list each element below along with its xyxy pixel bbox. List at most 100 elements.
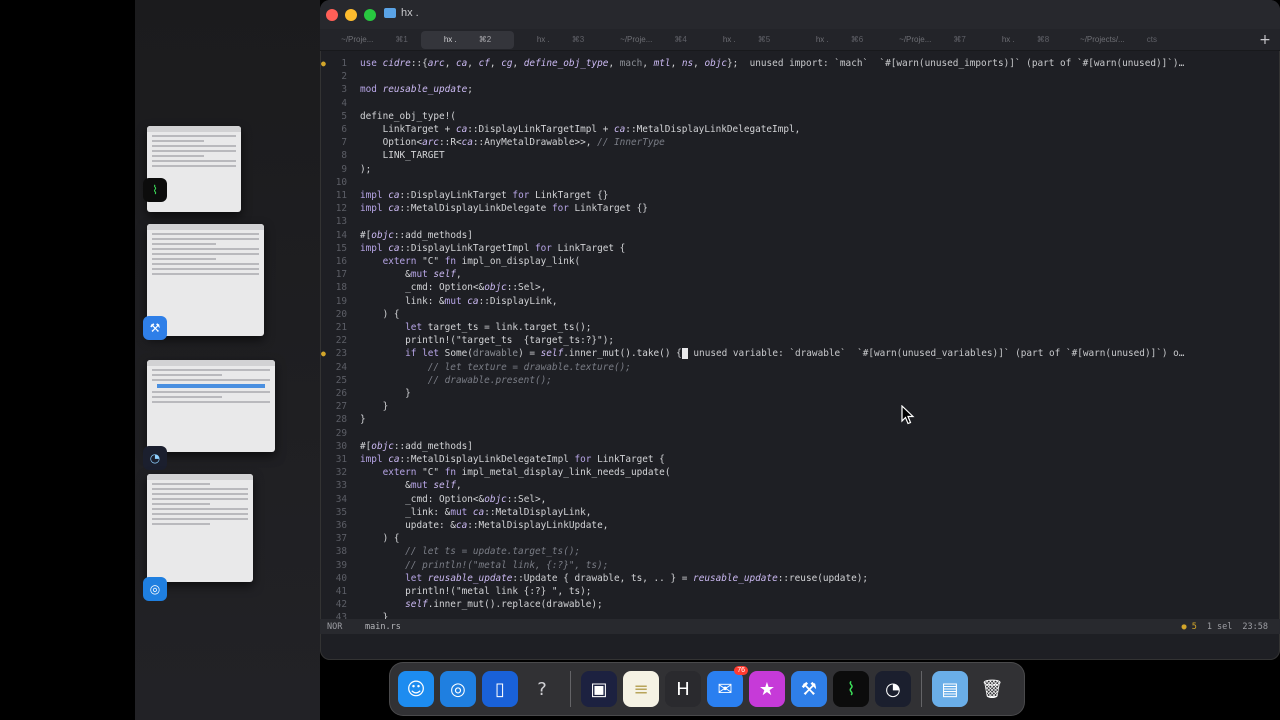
instruments-icon[interactable]: ★ <box>749 671 785 707</box>
tab-label: hx . <box>443 35 457 44</box>
code-line[interactable]: 22 println!("target_ts {target_ts:?}"); <box>320 334 1280 347</box>
code-line[interactable]: 12 impl ca::MetalDisplayLinkDelegate for … <box>320 202 1280 215</box>
code-line[interactable]: 39 // println!("metal link, {:?}", ts); <box>320 559 1280 572</box>
code-line[interactable]: 26 } <box>320 387 1280 400</box>
code-line[interactable]: 28} <box>320 413 1280 426</box>
code-line[interactable]: 16 extern "C" fn impl_on_display_link( <box>320 255 1280 268</box>
zoom-button[interactable] <box>364 9 376 21</box>
stage-thumb-safari[interactable] <box>147 474 253 582</box>
code-line[interactable]: 17 &mut self, <box>320 268 1280 281</box>
line-number: 42 <box>335 599 347 611</box>
code-editor[interactable]: ● 1 use cidre::{arc, ca, cf, cg, define_ob… <box>320 57 1280 625</box>
code-line[interactable]: 25 // drawable.present(); <box>320 374 1280 387</box>
code-line[interactable]: 20 ) { <box>320 308 1280 321</box>
tab-5[interactable]: hx . ⌘5 <box>700 31 793 49</box>
finder-icon[interactable]: ☺ <box>398 671 434 707</box>
code-line[interactable]: 36 update: &ca::MetalDisplayLinkUpdate, <box>320 519 1280 532</box>
code-line[interactable]: 40 let reusable_update::Update { drawabl… <box>320 572 1280 585</box>
line-code: // println!("metal link, {:?}", ts); <box>405 559 609 571</box>
code-line[interactable]: 6 LinkTarget + ca::DisplayLinkTargetImpl… <box>320 123 1280 136</box>
line-number: 32 <box>335 467 347 479</box>
helix-icon[interactable]: H <box>665 671 701 707</box>
line-number: 40 <box>335 572 347 584</box>
tab-8[interactable]: hx . ⌘8 <box>979 31 1072 49</box>
code-line[interactable]: 15 impl ca::DisplayLinkTargetImpl for Lin… <box>320 242 1280 255</box>
code-line[interactable]: 41 println!("metal link {:?} ", ts); <box>320 585 1280 598</box>
code-line[interactable]: 31 impl ca::MetalDisplayLinkDelegateImpl … <box>320 453 1280 466</box>
line-number: 21 <box>335 322 347 334</box>
tab-1[interactable]: ~/Proje... ⌘1 <box>328 31 421 49</box>
tab-2[interactable]: hx . ⌘2 <box>421 30 514 49</box>
window-title: hx . <box>384 7 419 19</box>
activity-monitor-icon[interactable]: ⌇ <box>833 671 869 707</box>
terminal-icon[interactable]: ▣ <box>581 671 617 707</box>
code-line[interactable]: ● 23 if let Some(drawable) = self.inner_m… <box>320 347 1280 360</box>
line-number: 26 <box>335 388 347 400</box>
code-line[interactable]: 3 mod reusable_update; <box>320 83 1280 96</box>
code-line[interactable]: 19 link: &mut ca::DisplayLink, <box>320 295 1280 308</box>
code-line[interactable]: 29 <box>320 427 1280 440</box>
mail-icon[interactable]: ✉ 76 <box>707 666 748 707</box>
line-code: LINK_TARGET <box>360 150 445 162</box>
stage-thumb-speedtest[interactable] <box>147 360 275 452</box>
line-number: 36 <box>335 520 347 532</box>
line-code: // let ts = update.target_ts(); <box>405 546 581 558</box>
code-line[interactable]: 27 } <box>320 400 1280 413</box>
code-line[interactable]: 4 <box>320 97 1280 110</box>
code-line[interactable]: 8 LINK_TARGET <box>320 149 1280 162</box>
code-line[interactable]: 24 // let texture = drawable.texture(); <box>320 361 1280 374</box>
new-tab-button[interactable]: + <box>1256 31 1274 49</box>
xcode-icon[interactable]: ⚒ <box>791 671 827 707</box>
code-line[interactable]: ● 1 use cidre::{arc, ca, cf, cg, define_ob… <box>320 57 1280 70</box>
speedtest-icon[interactable]: ◔ <box>875 671 911 707</box>
code-line[interactable]: 32 extern "C" fn impl_metal_display_link… <box>320 466 1280 479</box>
code-line[interactable]: 11 impl ca::DisplayLinkTarget for LinkTar… <box>320 189 1280 202</box>
line-number: 35 <box>335 506 347 518</box>
diagnostic-count: ● 5 <box>1181 621 1197 632</box>
code-line[interactable]: 21 let target_ts = link.target_ts(); <box>320 321 1280 334</box>
code-line[interactable]: 18 _cmd: Option<&objc::Sel>, <box>320 281 1280 294</box>
line-code: } <box>360 414 366 426</box>
trash-icon[interactable]: 🗑 <box>974 671 1010 707</box>
folder-icon[interactable]: ▤ <box>932 671 968 707</box>
code-line[interactable]: 2 <box>320 70 1280 83</box>
tab-6[interactable]: hx . ⌘6 <box>793 31 886 49</box>
code-line[interactable]: 35 _link: &mut ca::MetalDisplayLink, <box>320 506 1280 519</box>
line-number: 16 <box>335 256 347 268</box>
speedtest-icon: ◔ <box>143 446 167 470</box>
line-code: #[objc::add_methods] <box>360 440 473 452</box>
notes-icon[interactable]: ≡ <box>623 671 659 707</box>
minimize-button[interactable] <box>345 9 357 21</box>
line-code: println!("metal link {:?} ", ts); <box>360 586 592 598</box>
line-number: 1 <box>341 58 347 70</box>
code-line[interactable]: 7 Option<arc::R<ca::AnyMetalDrawable>>, … <box>320 136 1280 149</box>
line-number: 12 <box>335 203 347 215</box>
code-line[interactable]: 5 define_obj_type!( <box>320 110 1280 123</box>
line-number: 23 <box>335 348 347 360</box>
tab-3[interactable]: hx . ⌘3 <box>514 31 607 49</box>
tab-label: hx . <box>722 35 736 44</box>
code-line[interactable]: 38 // let ts = update.target_ts(); <box>320 545 1280 558</box>
simulator-icon[interactable]: ▯ <box>482 671 518 707</box>
code-line[interactable]: 30 #[objc::add_methods] <box>320 440 1280 453</box>
line-number: 2 <box>341 71 347 83</box>
code-line[interactable]: 14 #[objc::add_methods] <box>320 229 1280 242</box>
safari-icon[interactable]: ◎ <box>440 671 476 707</box>
line-number: 41 <box>335 586 347 598</box>
code-line[interactable]: 37 ) { <box>320 532 1280 545</box>
tab-4[interactable]: ~/Proje... ⌘4 <box>607 31 700 49</box>
code-line[interactable]: 13 <box>320 215 1280 228</box>
code-line[interactable]: 9); <box>320 163 1280 176</box>
help-icon[interactable]: ? <box>524 671 560 707</box>
close-button[interactable] <box>326 9 338 21</box>
line-code: link: &mut ca::DisplayLink, <box>360 295 558 307</box>
line-number: 4 <box>341 97 347 109</box>
code-line[interactable]: 34 _cmd: Option<&objc::Sel>, <box>320 493 1280 506</box>
code-line[interactable]: 33 &mut self, <box>320 479 1280 492</box>
line-number: 33 <box>335 480 347 492</box>
code-line[interactable]: 42 self.inner_mut().replace(drawable); <box>320 598 1280 611</box>
tab-9[interactable]: ~/Projects/... cts <box>1072 31 1165 49</box>
line-code: let reusable_update::Update { drawable, … <box>405 572 869 584</box>
code-line[interactable]: 10 <box>320 176 1280 189</box>
tab-7[interactable]: ~/Proje... ⌘7 <box>886 31 979 49</box>
